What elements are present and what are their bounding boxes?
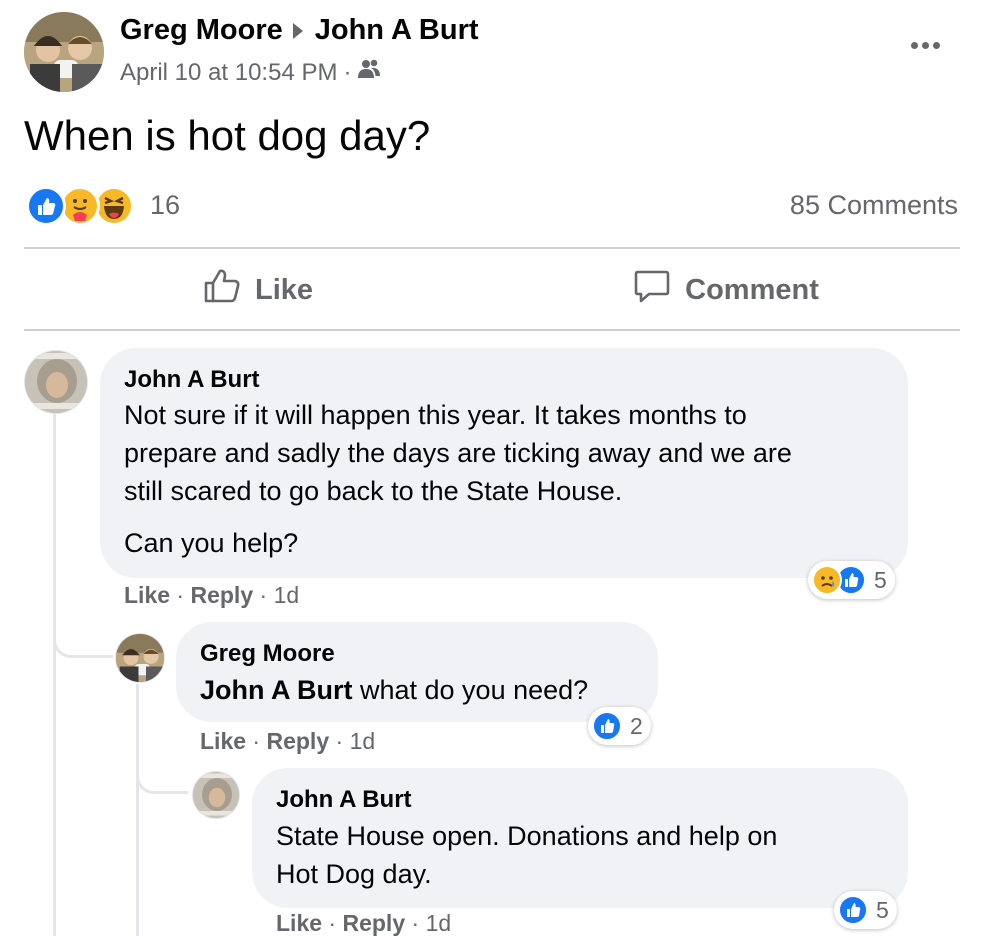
separator: · bbox=[259, 582, 268, 608]
comment-button[interactable]: Comment bbox=[492, 262, 960, 318]
comment-author-name[interactable]: Greg Moore bbox=[200, 640, 335, 668]
comment-text: John A Burt what do you need? bbox=[200, 671, 588, 709]
reply-connector bbox=[53, 624, 113, 658]
comment-text: State House open. Donations and help on … bbox=[276, 817, 896, 893]
like-button[interactable]: Like bbox=[24, 262, 492, 318]
post-timestamp[interactable]: April 10 at 10:54 PM bbox=[120, 59, 337, 87]
comment-text-body: what do you need? bbox=[352, 675, 589, 705]
sad-reaction-icon bbox=[812, 565, 842, 595]
post-reaction-count[interactable]: 16 bbox=[150, 190, 180, 221]
comment-actions: Like · Reply · 1d bbox=[276, 910, 451, 936]
comment-author-avatar[interactable] bbox=[192, 771, 240, 819]
comment-age[interactable]: 1d bbox=[274, 582, 300, 608]
reply-connector bbox=[136, 760, 188, 794]
like-reaction-icon bbox=[592, 711, 622, 741]
post-comments-count[interactable]: 85 Comments bbox=[700, 190, 958, 221]
comment-reply-link[interactable]: Reply bbox=[342, 910, 405, 936]
post-reactions-summary[interactable] bbox=[26, 186, 142, 226]
comment-like-link[interactable]: Like bbox=[124, 582, 170, 608]
thread-connector-line bbox=[136, 684, 139, 936]
comment-reaction-count: 2 bbox=[630, 712, 643, 739]
comment-reply-link[interactable]: Reply bbox=[190, 582, 253, 608]
friends-icon[interactable] bbox=[357, 58, 381, 87]
mention-link[interactable]: John A Burt bbox=[200, 675, 352, 705]
comment-text-line: prepare and sadly the days are ticking a… bbox=[124, 438, 792, 468]
comment-text-line: Hot Dog day. bbox=[276, 859, 432, 889]
comment-author-avatar[interactable] bbox=[24, 350, 88, 414]
comment-bubble: John A Burt Not sure if it will happen t… bbox=[100, 348, 908, 578]
comment-like-link[interactable]: Like bbox=[200, 728, 246, 754]
separator: · bbox=[176, 582, 185, 608]
thumbs-up-outline-icon bbox=[203, 268, 241, 312]
separator: · bbox=[411, 910, 420, 936]
thread-connector-line bbox=[53, 414, 56, 936]
comment-text-line: Can you help? bbox=[124, 528, 299, 558]
like-button-label: Like bbox=[254, 273, 314, 306]
comment-reply-link[interactable]: Reply bbox=[266, 728, 329, 754]
dot-icon bbox=[932, 41, 940, 49]
care-reaction-icon bbox=[60, 186, 100, 226]
comment-button-label: Comment bbox=[685, 273, 819, 306]
separator: · bbox=[252, 728, 261, 754]
comment-author-name[interactable]: John A Burt bbox=[124, 366, 260, 394]
dot-icon bbox=[921, 41, 929, 49]
separator: · bbox=[335, 728, 344, 754]
post-author-name[interactable]: Greg Moore bbox=[120, 14, 283, 47]
comment-author-name[interactable]: John A Burt bbox=[276, 786, 412, 814]
comment-author-avatar[interactable] bbox=[115, 633, 165, 683]
dot-icon bbox=[910, 41, 918, 49]
post-author-avatar[interactable] bbox=[24, 12, 104, 92]
divider bbox=[24, 247, 960, 249]
shared-to-arrow-icon bbox=[292, 22, 303, 39]
comment-text-line: State House open. Donations and help on bbox=[276, 821, 778, 851]
divider bbox=[24, 329, 960, 331]
comment-reactions[interactable]: 5 bbox=[808, 561, 895, 599]
post-meta: April 10 at 10:54 PM · bbox=[120, 58, 381, 87]
post-text: When is hot dog day? bbox=[24, 112, 431, 159]
haha-reaction-icon bbox=[94, 186, 134, 226]
comment-bubble: Greg Moore John A Burt what do you need? bbox=[176, 622, 658, 722]
comment-age[interactable]: 1d bbox=[350, 728, 376, 754]
like-reaction-icon bbox=[26, 186, 66, 226]
comment-reaction-count: 5 bbox=[876, 896, 889, 923]
comment-actions: Like · Reply · 1d bbox=[124, 582, 299, 609]
like-reaction-icon bbox=[838, 895, 868, 925]
post-recipient-name[interactable]: John A Burt bbox=[315, 14, 479, 47]
comment-actions: Like · Reply · 1d bbox=[200, 728, 375, 755]
comment-text-line: Not sure if it will happen this year. It… bbox=[124, 400, 747, 430]
separator: · bbox=[328, 910, 337, 936]
comment-like-link[interactable]: Like bbox=[276, 910, 322, 936]
post-author-line: Greg Moore John A Burt bbox=[120, 14, 479, 47]
comment-reaction-count: 5 bbox=[874, 566, 887, 593]
comment-reactions[interactable]: 2 bbox=[588, 707, 651, 745]
comment-bubble: John A Burt State House open. Donations … bbox=[252, 768, 908, 908]
comment-age[interactable]: 1d bbox=[426, 910, 452, 936]
comment-text: Not sure if it will happen this year. It… bbox=[124, 396, 904, 562]
meta-separator: · bbox=[343, 58, 352, 86]
more-options-button[interactable] bbox=[900, 30, 950, 60]
comment-reactions[interactable]: 5 bbox=[834, 891, 897, 929]
comment-text-line: still scared to go back to the State Hou… bbox=[124, 476, 623, 506]
comment-bubble-icon bbox=[633, 268, 671, 312]
